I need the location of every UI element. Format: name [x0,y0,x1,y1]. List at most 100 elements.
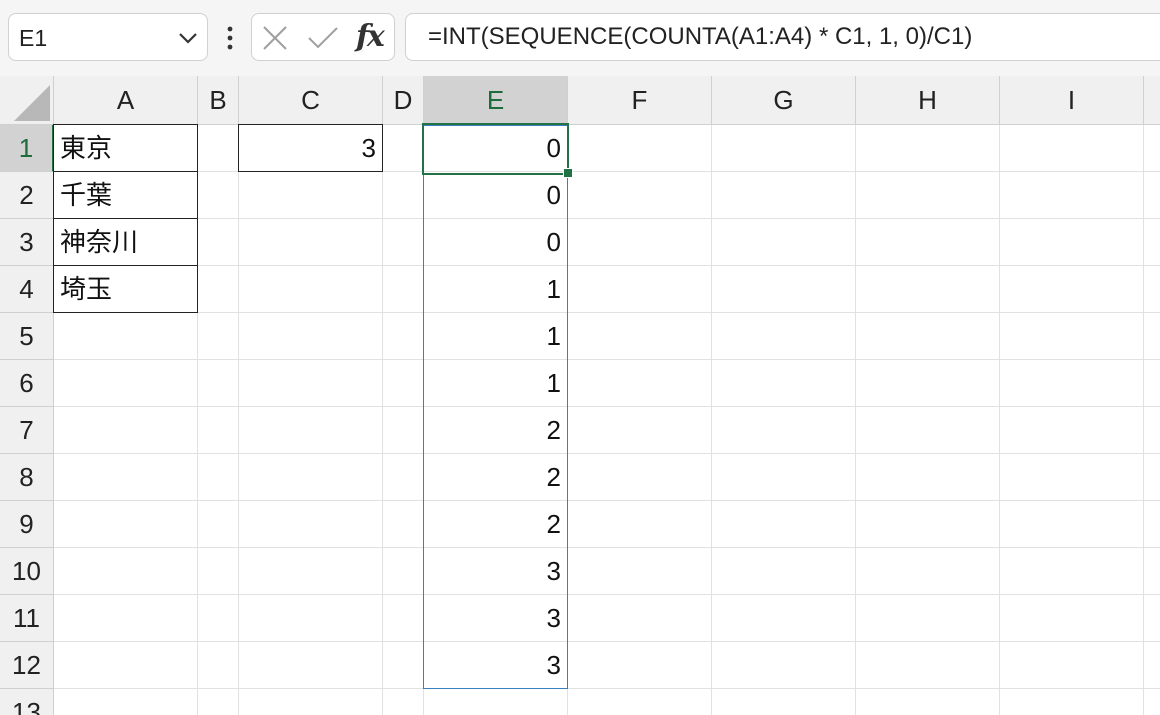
cell-f8[interactable] [568,454,712,501]
column-header-h[interactable]: H [856,76,1000,125]
cell-e8[interactable]: 2 [424,454,568,501]
cell-c5[interactable] [239,313,383,360]
fill-handle[interactable] [563,168,573,178]
cell-g2[interactable] [712,172,856,219]
cell-c2[interactable] [239,172,383,219]
cell-g4[interactable] [712,266,856,313]
row-header-10[interactable]: 10 [0,548,54,595]
cell-h3[interactable] [856,219,1000,266]
cell-d3[interactable] [383,219,424,266]
cell-h7[interactable] [856,407,1000,454]
chevron-down-icon[interactable] [177,28,199,48]
cell-f11[interactable] [568,595,712,642]
cell-g3[interactable] [712,219,856,266]
cell-d12[interactable] [383,642,424,689]
cell-g9[interactable] [712,501,856,548]
cell-c3[interactable] [239,219,383,266]
cell-b6[interactable] [198,360,239,407]
cell-i5[interactable] [1000,313,1144,360]
cell-d10[interactable] [383,548,424,595]
cell-e5[interactable]: 1 [424,313,568,360]
column-header-j[interactable] [1144,76,1160,125]
cell-b1[interactable] [198,125,239,172]
cell-e1[interactable]: 0 [424,125,568,172]
cell-c1[interactable]: 3 [238,124,383,172]
cell-a12[interactable] [54,642,198,689]
row-header-12[interactable]: 12 [0,642,54,689]
cancel-icon[interactable] [262,25,288,51]
cell-f4[interactable] [568,266,712,313]
cell-c13[interactable] [239,689,383,715]
row-header-4[interactable]: 4 [0,266,54,313]
cell-g11[interactable] [712,595,856,642]
cell-h1[interactable] [856,125,1000,172]
cell-c6[interactable] [239,360,383,407]
cell-j11[interactable] [1144,595,1160,642]
cell-a9[interactable] [54,501,198,548]
cell-j10[interactable] [1144,548,1160,595]
cell-a1[interactable]: 東京 [53,124,198,172]
cell-d1[interactable] [383,125,424,172]
cell-j5[interactable] [1144,313,1160,360]
cell-a4[interactable]: 埼玉 [53,265,198,313]
cell-d5[interactable] [383,313,424,360]
check-icon[interactable] [307,25,339,51]
formula-input[interactable]: =INT(SEQUENCE(COUNTA(A1:A4) * C1, 1, 0)/… [405,13,1160,61]
cell-a10[interactable] [54,548,198,595]
insert-function-icon[interactable]: fx [356,19,385,54]
cell-b4[interactable] [198,266,239,313]
cell-g12[interactable] [712,642,856,689]
row-header-8[interactable]: 8 [0,454,54,501]
cell-g10[interactable] [712,548,856,595]
cell-d11[interactable] [383,595,424,642]
cell-g6[interactable] [712,360,856,407]
cell-h2[interactable] [856,172,1000,219]
cell-a8[interactable] [54,454,198,501]
cell-j8[interactable] [1144,454,1160,501]
cell-i8[interactable] [1000,454,1144,501]
row-header-9[interactable]: 9 [0,501,54,548]
cell-f2[interactable] [568,172,712,219]
column-header-i[interactable]: I [1000,76,1144,125]
cell-a6[interactable] [54,360,198,407]
cell-f7[interactable] [568,407,712,454]
cell-b5[interactable] [198,313,239,360]
cell-c8[interactable] [239,454,383,501]
cell-e10[interactable]: 3 [424,548,568,595]
cell-h9[interactable] [856,501,1000,548]
cell-a11[interactable] [54,595,198,642]
cell-j1[interactable] [1144,125,1160,172]
cell-d4[interactable] [383,266,424,313]
cell-f3[interactable] [568,219,712,266]
cell-j4[interactable] [1144,266,1160,313]
cell-e9[interactable]: 2 [424,501,568,548]
cell-g5[interactable] [712,313,856,360]
cell-i6[interactable] [1000,360,1144,407]
cell-h8[interactable] [856,454,1000,501]
cell-f1[interactable] [568,125,712,172]
cell-f13[interactable] [568,689,712,715]
row-header-7[interactable]: 7 [0,407,54,454]
cell-f9[interactable] [568,501,712,548]
cell-j6[interactable] [1144,360,1160,407]
cell-e12[interactable]: 3 [424,642,568,689]
cell-e11[interactable]: 3 [424,595,568,642]
cell-c11[interactable] [239,595,383,642]
cell-h6[interactable] [856,360,1000,407]
cell-b10[interactable] [198,548,239,595]
cell-i2[interactable] [1000,172,1144,219]
column-header-d[interactable]: D [383,76,424,125]
cell-d8[interactable] [383,454,424,501]
cell-i1[interactable] [1000,125,1144,172]
cell-f6[interactable] [568,360,712,407]
cell-h11[interactable] [856,595,1000,642]
cell-j7[interactable] [1144,407,1160,454]
cell-a2[interactable]: 千葉 [53,171,198,219]
cell-c10[interactable] [239,548,383,595]
cell-b3[interactable] [198,219,239,266]
cell-f5[interactable] [568,313,712,360]
cell-j13[interactable] [1144,689,1160,715]
row-header-11[interactable]: 11 [0,595,54,642]
cell-h4[interactable] [856,266,1000,313]
cell-e13[interactable] [424,689,568,715]
